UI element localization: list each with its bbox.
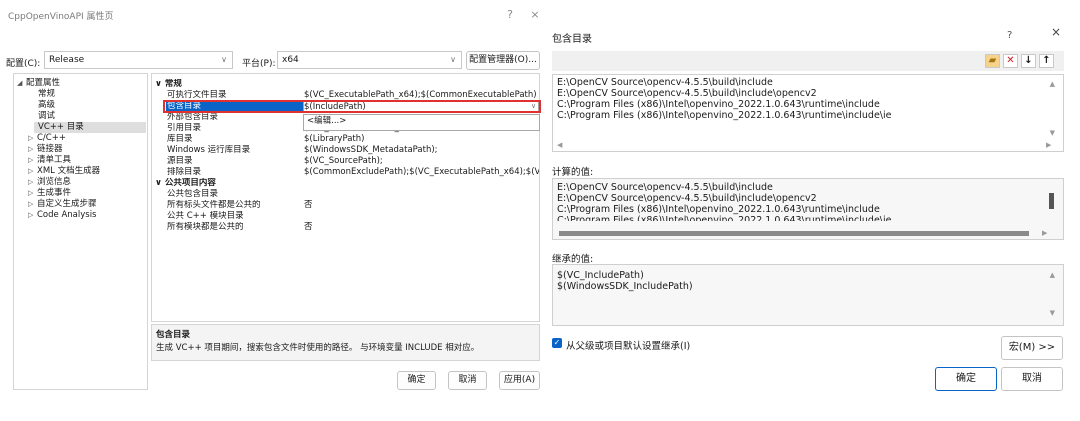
new-folder-icon[interactable]: ▰	[985, 54, 1000, 68]
scroll-up-icon[interactable]: ▲	[1050, 271, 1055, 279]
inherited-label: 继承的值:	[552, 254, 594, 265]
entries-list[interactable]: E:\OpenCV Source\opencv-4.5.5\build\incl…	[552, 74, 1064, 152]
scroll-up-icon[interactable]: ▲	[1050, 80, 1055, 88]
config-label: 配置(C):	[6, 59, 41, 69]
tree-item-advanced[interactable]: 高级	[38, 100, 55, 111]
grid-row[interactable]: 公共包含目录	[152, 189, 539, 199]
tree-item-xml-doc[interactable]: ▷ XML 文档生成器	[28, 166, 100, 177]
cancel-button[interactable]: 取消	[448, 371, 487, 390]
inherited-list: $(VC_IncludePath) $(WindowsSDK_IncludePa…	[552, 264, 1064, 326]
dialog-title: 包含目录	[552, 34, 592, 45]
list-item[interactable]: E:\OpenCV Source\opencv-4.5.5\build\incl…	[553, 88, 1063, 99]
include-dropdown-list[interactable]: <编辑...>	[303, 114, 540, 131]
apply-button[interactable]: 应用(A)	[499, 371, 540, 390]
grid-row[interactable]: 库目录 $(LibraryPath)	[152, 134, 539, 144]
property-pages-titlebar: CppOpenVinoAPI 属性页 ? ×	[0, 0, 548, 30]
grid-row[interactable]: 排除目录 $(CommonExcludePath);$(VC_Executable…	[152, 167, 539, 177]
ok-button[interactable]: 确定	[397, 371, 436, 390]
expand-icon: ▷	[28, 189, 34, 197]
computed-list: E:\OpenCV Source\opencv-4.5.5\build\incl…	[552, 178, 1064, 240]
help-button[interactable]: ?	[1007, 30, 1012, 41]
tree-item-general[interactable]: 常规	[38, 89, 55, 100]
cancel-button[interactable]: 取消	[1001, 367, 1063, 391]
tree-item-code-analysis[interactable]: ▷ Code Analysis	[28, 210, 96, 221]
expand-icon: ▷	[28, 134, 34, 142]
tree-item-browse-info[interactable]: ▷ 浏览信息	[28, 177, 71, 188]
inherited-item: $(WindowsSDK_IncludePath)	[557, 281, 693, 292]
close-button[interactable]: ×	[525, 6, 545, 24]
expand-icon: ▷	[28, 167, 34, 175]
tree-item-debugging[interactable]: 调试	[38, 111, 55, 122]
tree-item-config-properties[interactable]: ◢ 配置属性	[17, 78, 60, 89]
chevron-down-icon: ∨	[450, 55, 456, 64]
expand-icon: ▷	[28, 156, 34, 164]
scroll-down-icon[interactable]: ▼	[1050, 129, 1055, 137]
help-button[interactable]: ?	[500, 6, 520, 24]
tree-item-build-events[interactable]: ▷ 生成事件	[28, 188, 71, 199]
grid-row[interactable]: 所有标头文件都是公共的否	[152, 200, 539, 210]
description-body: 生成 VC++ 项目期间，搜索包含文件时使用的路径。 与环境变量 INCLUDE…	[156, 343, 480, 353]
chevron-down-icon[interactable]: ∨	[531, 102, 536, 110]
property-pages-window: CppOpenVinoAPI 属性页 ? × 配置(C): Release ∨ …	[0, 0, 548, 421]
move-down-icon[interactable]: ↓	[1021, 54, 1036, 68]
platform-label: 平台(P):	[242, 59, 276, 69]
inherit-checkbox[interactable]: ✓	[552, 338, 562, 348]
move-up-icon[interactable]: ↑	[1039, 54, 1054, 68]
computed-label: 计算的值:	[552, 167, 594, 178]
collapse-icon: ◢	[17, 79, 23, 87]
close-button[interactable]: ×	[1051, 25, 1061, 39]
scrollbar-thumb[interactable]	[1049, 193, 1054, 209]
grid-row[interactable]: 可执行文件目录 $(VC_ExecutablePath_x64);$(Common…	[152, 90, 539, 100]
tree-item-custom-build[interactable]: ▷ 自定义生成步骤	[28, 199, 97, 210]
scroll-right-icon[interactable]: ▶	[1042, 229, 1047, 237]
inherited-item: $(VC_IncludePath)	[557, 270, 644, 281]
chevron-down-icon: ∨	[221, 55, 227, 64]
platform-combo[interactable]: x64 ∨	[277, 51, 462, 69]
platform-value: x64	[282, 55, 299, 65]
list-item[interactable]: E:\OpenCV Source\opencv-4.5.5\build\incl…	[553, 77, 1063, 88]
window-title: CppOpenVinoAPI 属性页	[8, 12, 114, 22]
scroll-down-icon[interactable]: ▼	[1050, 309, 1055, 317]
highlight-box	[163, 100, 541, 113]
description-panel: 包含目录 生成 VC++ 项目期间，搜索包含文件时使用的路径。 与环境变量 IN…	[151, 324, 540, 361]
computed-item: E:\OpenCV Source\opencv-4.5.5\build\incl…	[557, 182, 773, 193]
section-public-content[interactable]: ∨ 公共项目内容	[152, 178, 539, 188]
expand-icon: ▷	[28, 211, 34, 219]
collapse-icon: ∨	[155, 79, 165, 89]
property-tree[interactable]: ◢ 配置属性 常规 高级 调试 VC++ 目录 ▷ C/C++ ▷ 链接器 ▷ 清单工具…	[13, 73, 148, 390]
tree-item-vc-directories[interactable]: VC++ 目录	[34, 122, 146, 133]
grid-row[interactable]: 源目录 $(VC_SourcePath);	[152, 156, 539, 166]
grid-row[interactable]: Windows 运行库目录 $(WindowsSDK_MetadataPath);	[152, 145, 539, 155]
computed-item: C:\Program Files (x86)\Intel\openvino_20…	[557, 215, 892, 221]
grid-row[interactable]: 所有模块都是公共的否	[152, 222, 539, 232]
collapse-icon: ∨	[155, 178, 165, 188]
expand-icon: ▷	[28, 178, 34, 186]
scroll-right-icon[interactable]: ▶	[1046, 141, 1051, 149]
computed-item: C:\Program Files (x86)\Intel\openvino_20…	[557, 204, 880, 215]
computed-item: E:\OpenCV Source\opencv-4.5.5\build\incl…	[557, 193, 817, 204]
dropdown-item-edit[interactable]: <编辑...>	[307, 116, 536, 126]
delete-icon[interactable]: ✕	[1003, 54, 1018, 68]
grid-row[interactable]: 公共 C++ 模块目录	[152, 211, 539, 221]
hscrollbar-thumb[interactable]	[559, 231, 1029, 236]
description-title: 包含目录	[156, 330, 191, 340]
tree-item-linker[interactable]: ▷ 链接器	[28, 144, 63, 155]
config-manager-button[interactable]: 配置管理器(O)...	[466, 51, 540, 70]
list-item[interactable]: C:\Program Files (x86)\Intel\openvino_20…	[553, 110, 1063, 121]
config-combo[interactable]: Release ∨	[44, 51, 233, 69]
config-value: Release	[49, 55, 85, 65]
expand-icon: ▷	[28, 200, 34, 208]
ok-button[interactable]: 确定	[935, 367, 997, 391]
scroll-left-icon[interactable]: ◀	[557, 141, 562, 149]
dialog-toolbar: ▰ ✕ ↓ ↑	[552, 51, 1064, 71]
expand-icon: ▷	[28, 145, 34, 153]
list-item[interactable]: C:\Program Files (x86)\Intel\openvino_20…	[553, 99, 1063, 110]
section-general[interactable]: ∨ 常规	[152, 79, 539, 89]
inherit-checkbox-label: 从父级或项目默认设置继承(I)	[566, 341, 691, 352]
macro-button[interactable]: 宏(M) >>	[1001, 336, 1063, 360]
include-dirs-dialog: 包含目录 ? × ▰ ✕ ↓ ↑ E:\OpenCV Source\opencv…	[548, 0, 1080, 421]
tree-item-cpp[interactable]: ▷ C/C++	[28, 133, 66, 144]
tree-item-manifest-tool[interactable]: ▷ 清单工具	[28, 155, 71, 166]
